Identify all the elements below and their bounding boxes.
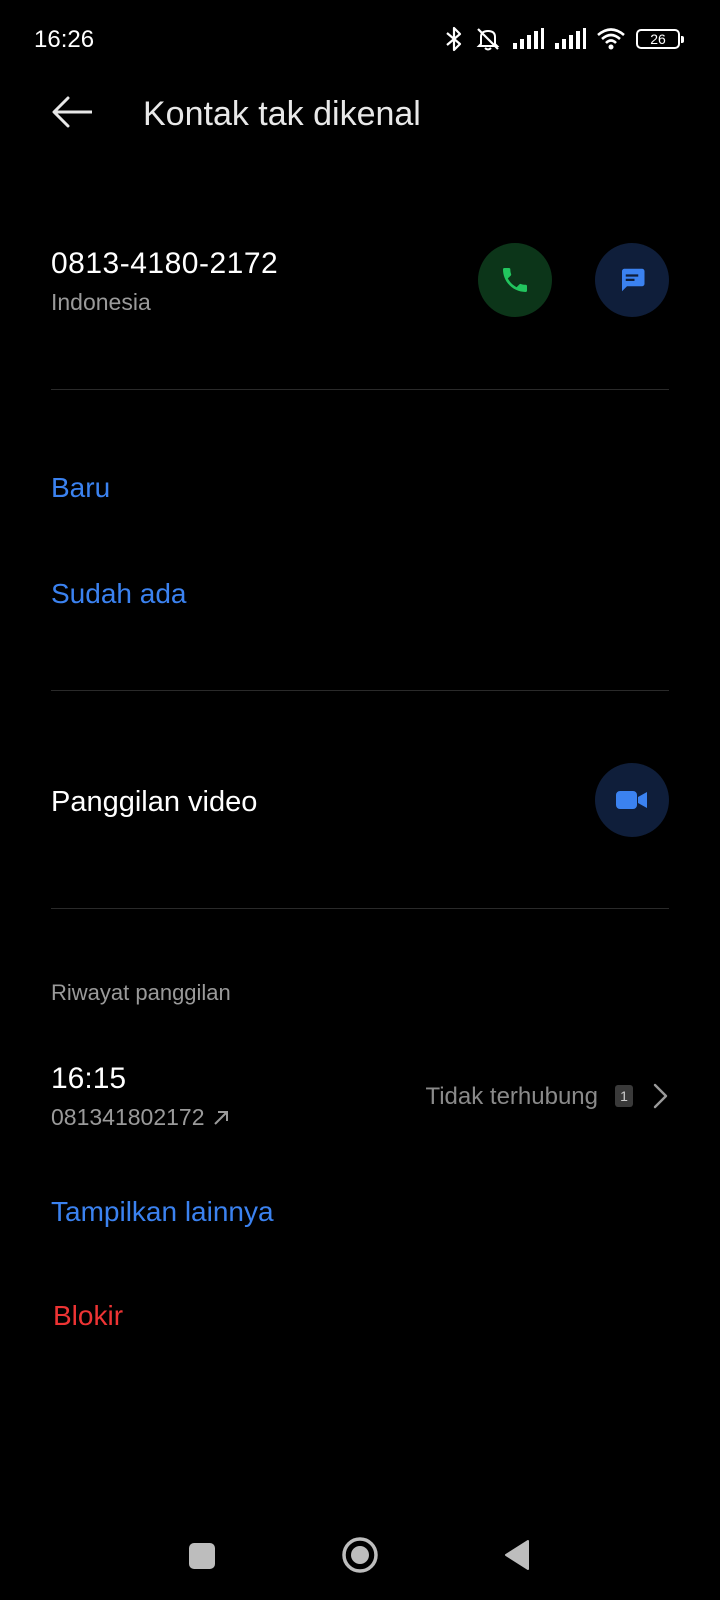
call-log-number-text: 081341802172 [51,1104,205,1130]
divider [51,908,669,909]
page-title: Kontak tak dikenal [143,95,421,133]
phone-country: Indonesia [51,289,151,315]
arrow-left-icon [52,96,92,128]
call-log-number: 081341802172 [51,1104,231,1131]
block-button[interactable]: Blokir [53,1300,123,1332]
wifi-icon [597,28,625,50]
signal-icon [555,28,586,49]
call-log-time: 16:15 [51,1062,127,1095]
signal-icon [513,28,544,49]
call-log-status: Tidak terhubung [425,1083,598,1110]
chevron-right-icon[interactable] [650,1082,670,1110]
recents-square-icon[interactable] [189,1543,215,1569]
battery-icon: 26 [636,29,684,49]
status-time: 16:26 [34,26,95,53]
back-button[interactable] [50,92,96,132]
video-call-label: Panggilan video [51,786,258,818]
existing-contact-link[interactable]: Sudah ada [51,578,186,610]
video-camera-icon [616,791,647,809]
call-count-badge: 1 [615,1085,633,1107]
status-icons: 26 [444,24,684,54]
mute-icon [476,28,500,51]
video-call-button[interactable] [595,763,669,837]
battery-level: 26 [650,31,666,47]
phone-number: 0813-4180-2172 [51,247,279,280]
home-circle-icon[interactable] [340,1535,380,1575]
divider [51,389,669,390]
divider [51,690,669,691]
message-button[interactable] [595,243,669,317]
call-history-heading: Riwayat panggilan [51,980,231,1005]
call-button[interactable] [478,243,552,317]
back-triangle-icon[interactable] [503,1538,531,1572]
outgoing-arrow-icon [213,1110,228,1125]
bluetooth-icon [446,26,462,52]
show-more-link[interactable]: Tampilkan lainnya [51,1196,274,1228]
new-contact-link[interactable]: Baru [51,472,110,504]
phone-icon [503,268,527,292]
chat-icon [622,268,645,292]
